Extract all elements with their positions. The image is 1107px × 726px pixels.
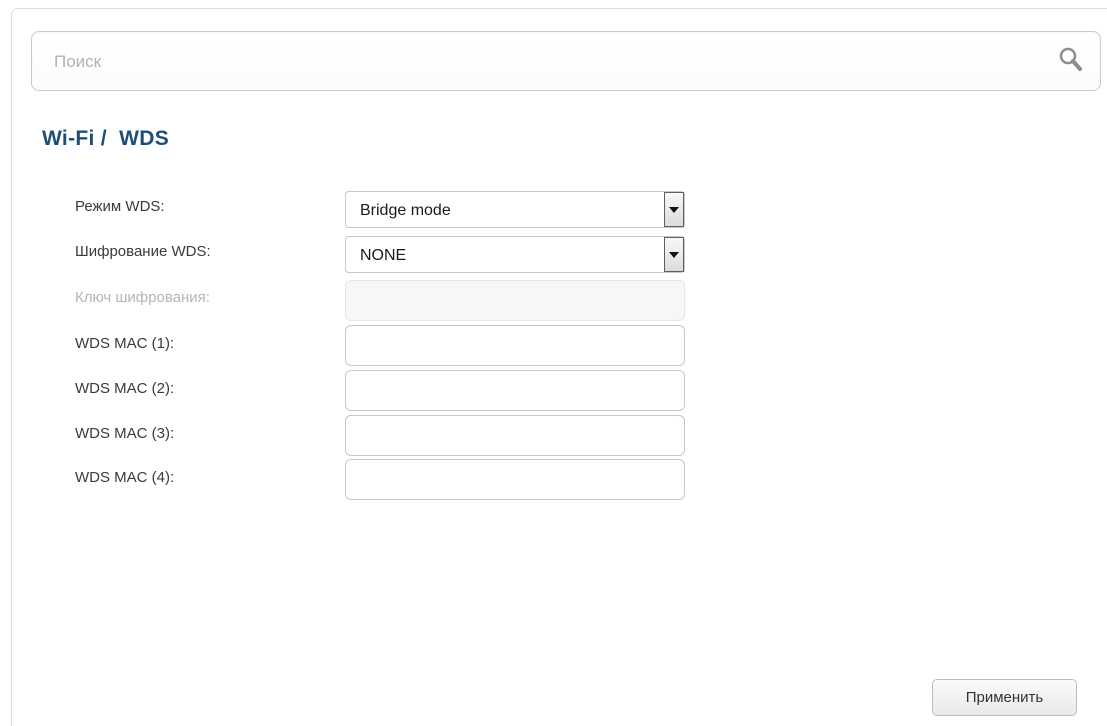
encryption-key-label: Ключ шифрования: (75, 289, 210, 306)
wds-mac-2-label: WDS MAC (2): (75, 380, 175, 397)
wds-mac-4-label: WDS MAC (4): (75, 469, 175, 486)
wds-encryption-label: Шифрование WDS: (75, 243, 211, 260)
content-panel (11, 8, 1107, 726)
chevron-down-icon[interactable] (664, 237, 684, 272)
wds-encryption-value: NONE (360, 247, 407, 264)
page-title: Wi-Fi / WDS (42, 127, 170, 150)
apply-button[interactable]: Применить (932, 679, 1077, 716)
wds-mac-1-label: WDS MAC (1): (75, 335, 175, 352)
encryption-key-field (345, 280, 685, 321)
wds-mode-label: Режим WDS: (75, 198, 165, 215)
wds-encryption-select[interactable]: NONE (345, 236, 685, 273)
wds-mac-4-field[interactable] (345, 459, 685, 500)
wds-mac-2-field[interactable] (345, 370, 685, 411)
wds-mode-value: Bridge mode (360, 202, 451, 219)
wds-mac-3-label: WDS MAC (3): (75, 425, 175, 442)
wds-mac-3-field[interactable] (345, 415, 685, 456)
search-box[interactable]: Поиск (31, 31, 1101, 91)
wds-mac-1-field[interactable] (345, 325, 685, 366)
search-input[interactable]: Поиск (54, 52, 101, 72)
search-icon[interactable] (1056, 45, 1086, 75)
wds-mode-select[interactable]: Bridge mode (345, 191, 685, 228)
chevron-down-icon[interactable] (664, 192, 684, 227)
